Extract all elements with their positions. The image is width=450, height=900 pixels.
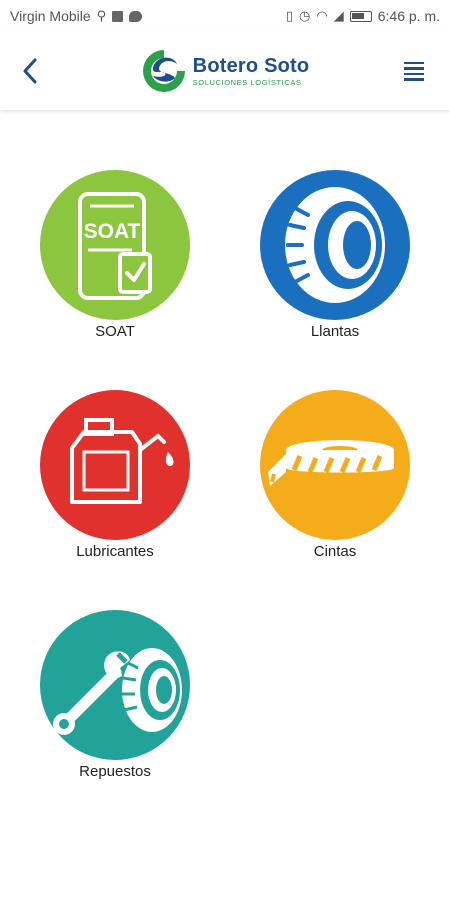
tile-label-cintas: Cintas bbox=[313, 543, 357, 560]
llantas-circle bbox=[260, 170, 410, 320]
menu-line-icon bbox=[403, 67, 424, 70]
tile-label-lubricantes: Lubricantes bbox=[76, 543, 154, 560]
status-bar: Virgin Mobile ⚲ ▯ ◷ ◠ ◢ 6:46 p. m. bbox=[0, 0, 450, 32]
back-button[interactable] bbox=[14, 51, 46, 91]
reflective-tape-icon bbox=[268, 440, 394, 486]
tile-lubricantes[interactable]: Lubricantes bbox=[35, 390, 195, 560]
message-icon bbox=[129, 10, 143, 22]
botero-soto-logo-icon bbox=[142, 50, 185, 92]
tile-label-repuestos: Repuestos bbox=[79, 763, 151, 780]
menu-line-icon bbox=[403, 61, 424, 64]
soat-document-icon: SOAT bbox=[78, 192, 152, 300]
oil-can-icon bbox=[70, 418, 174, 504]
tile-soat[interactable]: SOAT SOAT bbox=[35, 170, 195, 340]
tire-icon bbox=[285, 187, 385, 303]
notification-icon bbox=[112, 10, 124, 22]
tile-cintas[interactable]: Cintas bbox=[255, 390, 415, 560]
signal-icon: ◢ bbox=[333, 8, 344, 23]
brand-logo: Botero Soto SOLUCIONES LOGÍSTICAS bbox=[141, 48, 310, 94]
chevron-left-icon bbox=[23, 58, 37, 84]
alarm-icon: ◷ bbox=[299, 8, 311, 23]
soat-icon-text: SOAT bbox=[84, 220, 141, 243]
battery-icon bbox=[349, 10, 372, 22]
wifi-icon: ◠ bbox=[316, 8, 328, 23]
lubricantes-circle bbox=[40, 390, 190, 540]
tile-llantas[interactable]: Llantas bbox=[255, 170, 415, 340]
app-bar: Botero Soto SOLUCIONES LOGÍSTICAS bbox=[0, 32, 450, 110]
brand-text: Botero Soto SOLUCIONES LOGÍSTICAS bbox=[193, 56, 310, 87]
menu-line-icon bbox=[403, 78, 424, 81]
status-left: Virgin Mobile ⚲ bbox=[10, 8, 143, 24]
hamburger-menu-button[interactable] bbox=[403, 51, 436, 91]
brand-tagline: SOLUCIONES LOGÍSTICAS bbox=[192, 77, 302, 87]
tile-label-soat: SOAT bbox=[95, 323, 135, 340]
usb-icon: ⚲ bbox=[96, 8, 107, 23]
wrench-tire-icon bbox=[53, 648, 182, 735]
status-right: ▯ ◷ ◠ ◢ 6:46 p. m. bbox=[286, 8, 440, 24]
status-time: 6:46 p. m. bbox=[377, 8, 440, 24]
tile-repuestos[interactable]: Repuestos bbox=[35, 610, 195, 780]
tile-label-llantas: Llantas bbox=[310, 323, 360, 340]
cintas-circle bbox=[260, 390, 410, 540]
brand-name: Botero Soto bbox=[192, 54, 310, 77]
carrier-name: Virgin Mobile bbox=[10, 8, 91, 24]
menu-line-icon bbox=[403, 72, 424, 75]
repuestos-circle bbox=[40, 610, 190, 760]
vibrate-icon: ▯ bbox=[285, 8, 294, 23]
soat-circle: SOAT bbox=[40, 170, 190, 320]
